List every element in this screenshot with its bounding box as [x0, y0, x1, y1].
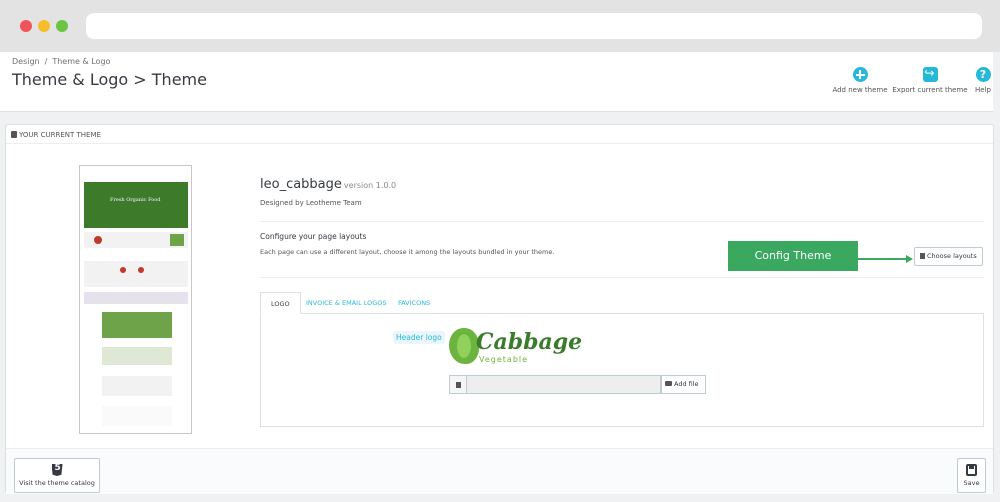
breadcrumb-current: Theme & Logo [52, 57, 111, 66]
preview-blog [102, 376, 172, 396]
file-icon [920, 253, 925, 259]
preview-veg [138, 267, 144, 273]
config-theme-callout: Config Theme [728, 241, 858, 271]
page-title: Theme & Logo > Theme [12, 70, 207, 89]
divider [260, 277, 984, 278]
preview-veg [94, 236, 102, 244]
maximize-window-dot[interactable] [56, 20, 68, 32]
add-file-button[interactable]: Add file [661, 375, 706, 394]
export-current-theme-label: Export current theme [892, 86, 968, 94]
theme-name: leo_cabbage version 1.0.0 [260, 177, 396, 192]
current-theme-panel: YOUR CURRENT THEME Fresh Organic Food le… [5, 124, 994, 494]
callout-arrow-head [906, 255, 913, 263]
preview-footer [102, 406, 172, 426]
minimize-window-dot[interactable] [38, 20, 50, 32]
logo-text: Cabbage [476, 329, 583, 355]
preview-topbar [84, 170, 188, 180]
theme-version: version 1.0.0 [343, 181, 397, 190]
divider [260, 221, 984, 222]
browser-chrome [0, 0, 1000, 52]
theme-preview-image: Fresh Organic Food [79, 165, 192, 434]
visit-theme-catalog-button[interactable]: Visit the theme catalog [14, 458, 100, 493]
page-header: Design / Theme & Logo Theme & Logo > Theme… [0, 52, 1000, 112]
theme-author: Designed by Leotheme Team [260, 199, 362, 207]
theme-name-text: leo_cabbage [260, 177, 342, 192]
file-addon [449, 375, 467, 394]
theme-icon [11, 131, 17, 138]
breadcrumb-parent[interactable]: Design [12, 57, 40, 66]
tab-favicons[interactable]: FAVICONS [388, 292, 440, 314]
add-file-label: Add file [674, 380, 699, 388]
export-icon [922, 66, 938, 82]
preview-products [84, 261, 188, 287]
preview-veg [170, 234, 184, 246]
panel-heading: YOUR CURRENT THEME [6, 125, 993, 144]
file-icon [456, 382, 461, 388]
add-new-theme-label: Add new theme [832, 86, 888, 94]
preview-strip [84, 292, 188, 304]
logo-file-upload: Add file [449, 375, 706, 394]
logo-tab-content [260, 313, 984, 427]
help-label: Help [975, 86, 991, 94]
layouts-title: Configure your page layouts [260, 232, 367, 241]
panel-heading-text: YOUR CURRENT THEME [19, 131, 101, 139]
html5-icon [51, 464, 63, 476]
save-icon [966, 464, 977, 476]
panel-footer: Visit the theme catalog Save [6, 448, 993, 494]
plus-circle-icon [852, 67, 868, 82]
address-bar[interactable] [86, 13, 982, 39]
close-window-dot[interactable] [20, 20, 32, 32]
choose-layouts-label: Choose layouts [927, 252, 977, 260]
save-button[interactable]: Save [957, 458, 986, 493]
file-name-input[interactable] [467, 375, 661, 394]
export-current-theme-button[interactable]: Export current theme [890, 66, 970, 94]
preview-hero-text: Fresh Organic Food [110, 197, 161, 203]
visit-theme-catalog-label: Visit the theme catalog [19, 479, 95, 487]
cabbage-logo-icon [449, 328, 479, 364]
breadcrumb-separator: / [44, 57, 48, 66]
tab-invoice-email-logos[interactable]: INVOICE & EMAIL LOGOS [296, 292, 397, 314]
preview-newsletter [102, 347, 172, 365]
layouts-description: Each page can use a different layout, ch… [260, 248, 555, 256]
choose-layouts-button[interactable]: Choose layouts [914, 247, 983, 266]
add-new-theme-button[interactable]: Add new theme [830, 67, 890, 94]
scrollbar-gutter [993, 52, 1000, 112]
tab-logo[interactable]: LOGO [260, 292, 301, 314]
header-logo-label: Header logo [393, 331, 445, 344]
callout-arrow-line [858, 258, 908, 260]
help-icon: ? [975, 67, 991, 82]
folder-open-icon [665, 381, 672, 386]
page: Design / Theme & Logo Theme & Logo > Theme… [0, 52, 1000, 502]
save-label: Save [963, 479, 980, 487]
preview-veg [120, 267, 126, 273]
logo-subtext: Vegetable [479, 355, 529, 364]
preview-hero [84, 182, 188, 228]
breadcrumb: Design / Theme & Logo [12, 57, 110, 66]
preview-promo [102, 312, 172, 338]
